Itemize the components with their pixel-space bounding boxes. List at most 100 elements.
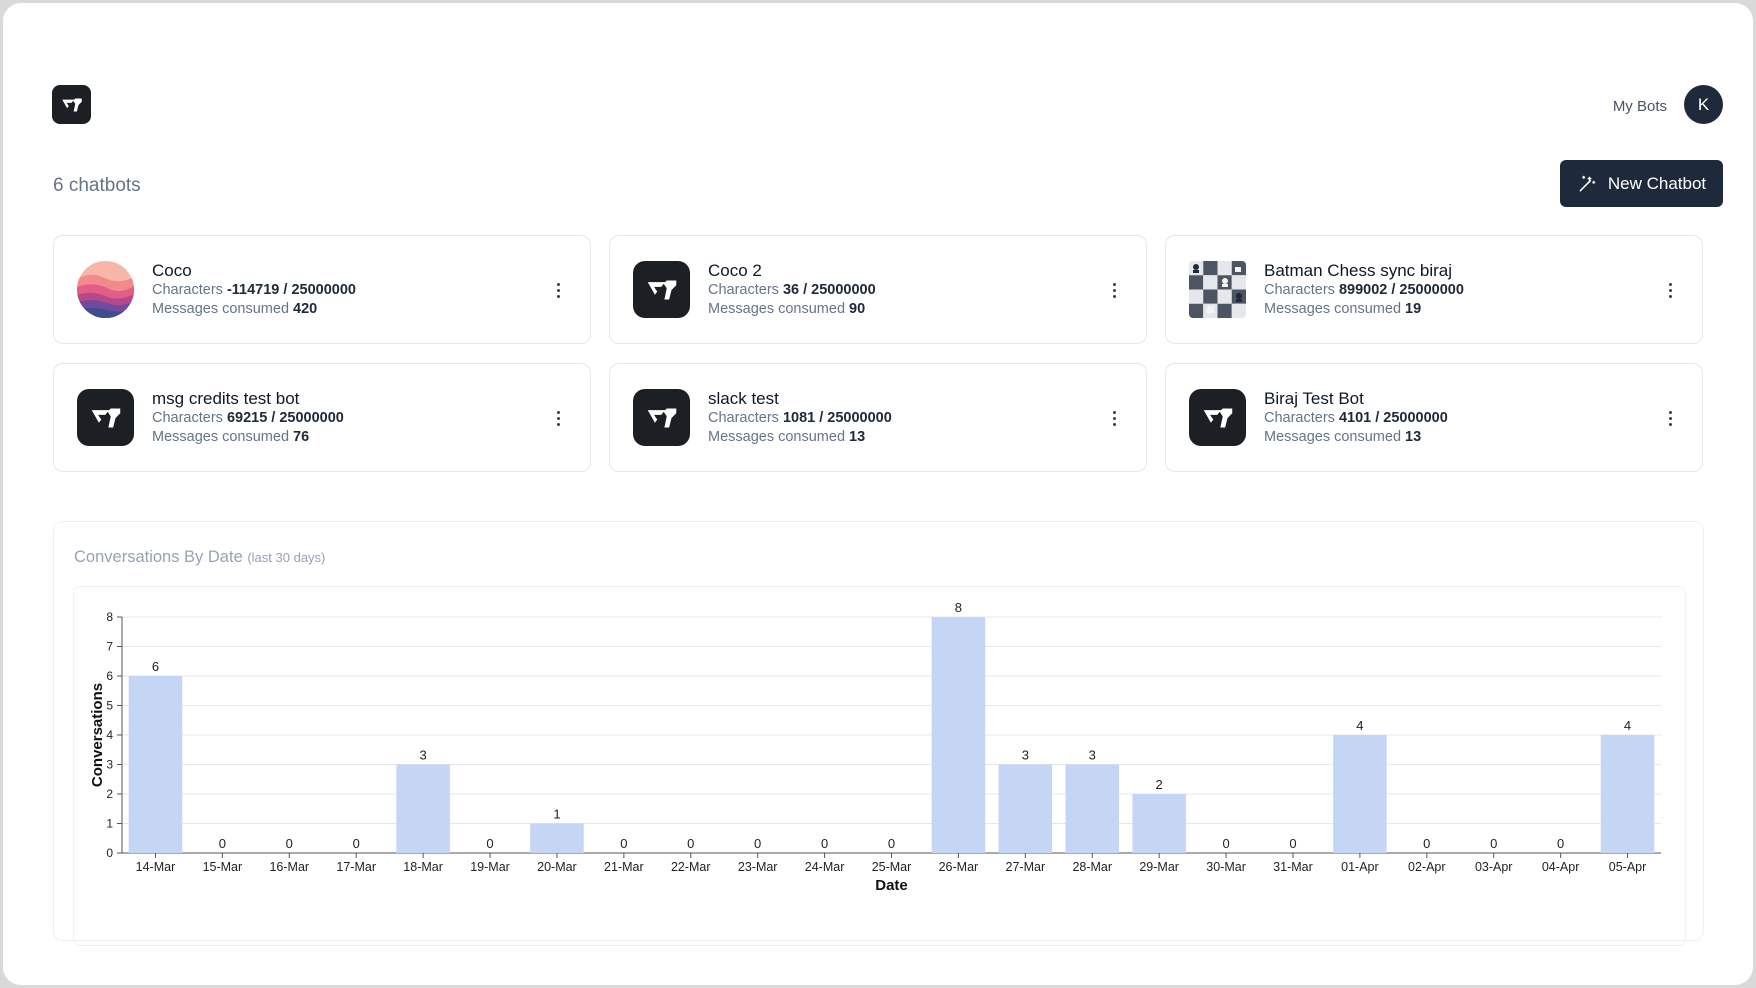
more-options-icon[interactable]	[1104, 278, 1124, 302]
user-avatar[interactable]: K	[1684, 85, 1723, 124]
x-tick-label: 01-Apr	[1341, 860, 1379, 874]
messages-label: Messages consumed	[1264, 429, 1402, 445]
x-tick-label: 31-Mar	[1273, 860, 1313, 874]
x-axis-title: Date	[875, 877, 908, 894]
bar-value-label: 0	[1289, 836, 1296, 851]
bar-value-label: 0	[486, 836, 493, 851]
conversations-chart-panel: Conversations By Date (last 30 days) 0 1 2…	[53, 521, 1704, 946]
y-tick-label: 8	[106, 610, 113, 624]
characters-label: Characters	[708, 282, 779, 298]
x-tick-label: 21-Mar	[604, 860, 644, 874]
chatbot-card[interactable]: Coco 2 Characters 36 / 25000000 Messages c…	[609, 235, 1147, 344]
messages-label: Messages consumed	[708, 429, 846, 445]
logo-avatar	[77, 389, 134, 446]
characters-line: Characters 899002 / 25000000	[1264, 281, 1464, 300]
x-tick-label: 28-Mar	[1072, 860, 1112, 874]
chatbot-card[interactable]: Batman Chess sync biraj Characters 899002…	[1165, 235, 1703, 344]
y-tick-label: 7	[106, 640, 113, 654]
chatbot-name: Coco	[152, 261, 192, 280]
bar-value-label: 8	[955, 600, 962, 615]
chatbot-name: Coco 2	[708, 261, 762, 280]
characters-value: 69215 / 25000000	[226, 410, 344, 426]
chart-bar	[1600, 735, 1655, 853]
logo-icon	[647, 408, 676, 427]
chart-title-text: Conversations By Date	[74, 548, 243, 566]
bar-value-label: 0	[1423, 836, 1430, 851]
bar-value-label: 0	[1557, 836, 1564, 851]
bar-value-label: 2	[1156, 777, 1163, 792]
chatbot-card[interactable]: Coco Characters -114719 / 25000000 Message…	[53, 235, 591, 344]
x-tick-label: 29-Mar	[1139, 860, 1179, 874]
chatbot-name: Batman Chess sync biraj	[1264, 261, 1453, 280]
chatbot-card[interactable]: msg credits test bot Characters 69215 / 2…	[53, 363, 591, 472]
x-tick-label: 05-Apr	[1609, 860, 1647, 874]
characters-label: Characters	[1264, 282, 1335, 298]
magic-wand-icon	[1579, 175, 1596, 191]
bar-value-label: 3	[419, 748, 426, 763]
bar-value-label: 0	[286, 836, 293, 851]
sunset-avatar-image	[77, 261, 134, 318]
bar-value-label: 0	[888, 836, 895, 851]
x-tick-label: 22-Mar	[671, 860, 711, 874]
y-axis-title: Conversations	[89, 683, 106, 787]
chatbot-name: slack test	[708, 389, 779, 408]
characters-label: Characters	[1264, 410, 1335, 426]
bar-value-label: 0	[620, 836, 627, 851]
chart-bar	[396, 764, 450, 853]
more-options-icon[interactable]	[1104, 406, 1124, 430]
chatbot-info: Coco 2 Characters 36 / 25000000 Messages c…	[708, 260, 876, 319]
chatbot-info: Biraj Test Bot Characters 4101 / 25000000…	[1264, 388, 1448, 447]
messages-line: Messages consumed 13	[1264, 428, 1448, 447]
chart-bar	[998, 764, 1053, 853]
bar-value-label: 0	[754, 836, 761, 851]
logo-icon	[61, 98, 82, 111]
messages-value: 76	[293, 429, 310, 445]
y-tick-label: 3	[106, 758, 113, 772]
x-tick-label: 18-Mar	[403, 860, 443, 874]
more-options-icon[interactable]	[548, 278, 568, 302]
bar-value-label: 3	[1089, 748, 1096, 763]
bar-value-label: 4	[1356, 718, 1363, 733]
characters-value: 36 / 25000000	[782, 282, 876, 298]
messages-line: Messages consumed 420	[152, 300, 356, 319]
new-chatbot-button[interactable]: New Chatbot	[1560, 160, 1723, 207]
app-window: My Bots K 6 chatbots New Chatbot Coco Cha…	[3, 3, 1753, 985]
characters-line: Characters 1081 / 25000000	[708, 409, 892, 428]
y-tick-label: 1	[106, 817, 113, 831]
chart-panel-title: Conversations By Date (last 30 days)	[74, 548, 325, 567]
chart-bar	[1065, 764, 1120, 853]
chart-subtitle: (last 30 days)	[247, 550, 326, 565]
x-tick-label: 04-Apr	[1542, 860, 1580, 874]
x-tick-label: 26-Mar	[939, 860, 979, 874]
messages-label: Messages consumed	[152, 429, 290, 445]
messages-value: 90	[849, 301, 866, 317]
x-tick-label: 14-Mar	[136, 860, 176, 874]
conversations-bar-chart: 012345678614-Mar015-Mar016-Mar017-Mar318…	[89, 600, 1661, 894]
characters-line: Characters 69215 / 25000000	[152, 409, 344, 428]
bar-value-label: 0	[821, 836, 828, 851]
more-options-icon[interactable]	[1660, 278, 1680, 302]
bar-value-label: 0	[1490, 836, 1497, 851]
messages-value: 13	[849, 429, 866, 445]
logo-avatar	[1189, 389, 1246, 446]
characters-value: -114719 / 25000000	[226, 282, 356, 298]
more-options-icon[interactable]	[1660, 406, 1680, 430]
chatbot-info: slack test Characters 1081 / 25000000 Mess…	[708, 388, 892, 447]
my-bots-link[interactable]: My Bots	[1613, 98, 1667, 115]
app-logo[interactable]	[52, 85, 91, 124]
characters-line: Characters 36 / 25000000	[708, 281, 876, 300]
more-options-icon[interactable]	[548, 406, 568, 430]
characters-value: 899002 / 25000000	[1338, 282, 1464, 298]
messages-line: Messages consumed 19	[1264, 300, 1464, 319]
messages-label: Messages consumed	[708, 301, 846, 317]
chart-bar	[128, 676, 183, 853]
messages-value: 13	[1405, 429, 1422, 445]
logo-icon	[647, 280, 676, 299]
chatbot-card[interactable]: slack test Characters 1081 / 25000000 Mess…	[609, 363, 1147, 472]
x-tick-label: 24-Mar	[805, 860, 845, 874]
x-tick-label: 15-Mar	[203, 860, 243, 874]
x-tick-label: 03-Apr	[1475, 860, 1513, 874]
x-tick-label: 17-Mar	[336, 860, 376, 874]
bar-value-label: 1	[553, 807, 560, 822]
chatbot-card[interactable]: Biraj Test Bot Characters 4101 / 25000000…	[1165, 363, 1703, 472]
